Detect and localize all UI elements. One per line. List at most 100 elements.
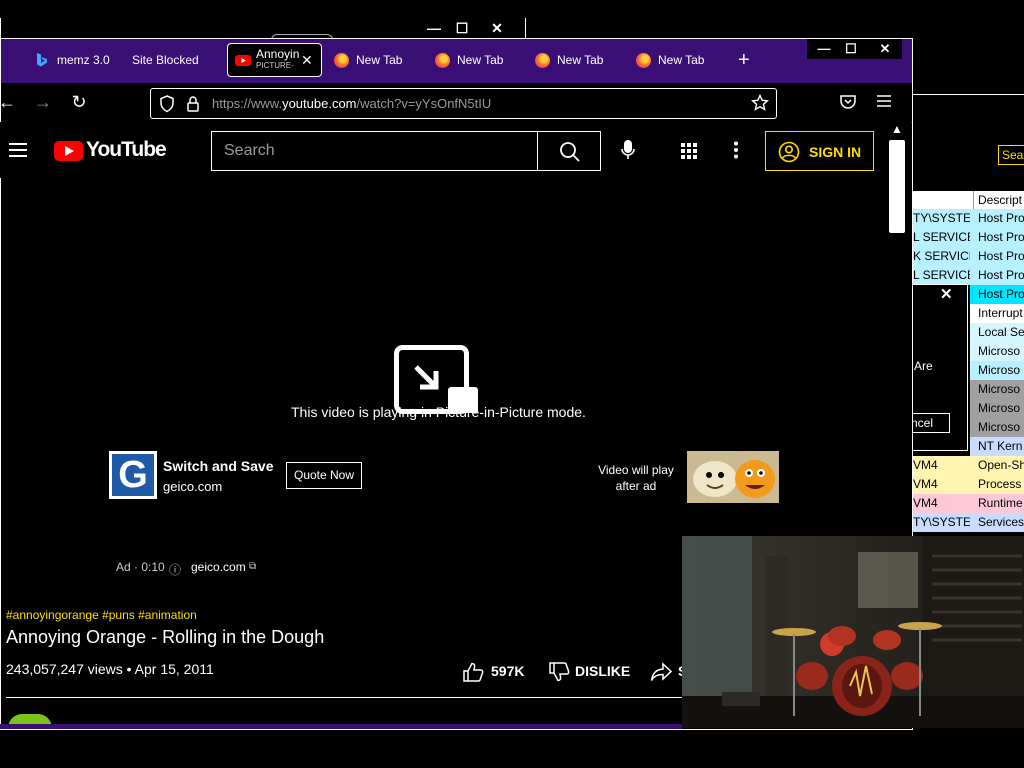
tab-close-icon[interactable]: ✕: [301, 52, 313, 69]
window-bottom-border: [0, 724, 682, 729]
forward-arrow-icon[interactable]: →: [31, 92, 55, 113]
tab-label: New Tab: [658, 53, 705, 67]
dislike-icon[interactable]: [548, 662, 570, 687]
dialog-text: Are: [914, 359, 933, 373]
task-user: K SERVICE: [913, 249, 970, 263]
task-row[interactable]: L SERVICE Host Pro: [912, 266, 1024, 285]
tab-strip: memz 3.0 Site Blocked Annoyin PICTURE- ✕…: [1, 39, 912, 83]
tab-label: memz 3.0: [57, 53, 110, 67]
column-user[interactable]: [912, 191, 974, 209]
tab-label: New Tab: [356, 53, 403, 67]
page-scrollbar[interactable]: ▲: [889, 122, 907, 233]
task-list-header: Descript: [912, 191, 1024, 209]
task-description: Microso: [978, 344, 1021, 358]
video-meta: 243,057,247 views • Apr 15, 2011: [6, 661, 214, 677]
shield-icon[interactable]: [159, 95, 175, 118]
task-description: Microso: [978, 382, 1021, 396]
tab-youtube-active[interactable]: Annoyin PICTURE- ✕: [227, 43, 322, 77]
pip-message: This video is playing in Picture-in-Pict…: [291, 404, 586, 420]
tab-label: Annoyin: [256, 47, 300, 61]
tab-site-blocked[interactable]: Site Blocked: [132, 43, 199, 77]
more-options-icon[interactable]: [733, 141, 739, 164]
external-link-icon[interactable]: ⧉: [249, 561, 256, 572]
new-tab-button[interactable]: +: [738, 43, 750, 77]
task-user: TY\SYSTEM: [913, 211, 970, 225]
task-description: Host Pro: [978, 230, 1024, 244]
like-count[interactable]: 597K: [491, 663, 524, 679]
task-user: VM4: [913, 458, 938, 472]
task-row[interactable]: VM4 Open-Sh: [912, 456, 1024, 475]
bg-maximize-button[interactable]: ☐: [453, 20, 471, 37]
tab-memz[interactable]: memz 3.0: [35, 43, 110, 77]
share-icon[interactable]: [650, 662, 673, 687]
bing-icon: [35, 52, 51, 68]
task-description: Microso: [978, 401, 1021, 415]
dislike-button[interactable]: DISLIKE: [575, 663, 630, 679]
task-description: Interrupt: [978, 306, 1023, 320]
tab-sublabel: PICTURE-: [256, 61, 294, 70]
task-description: Host Pro: [978, 249, 1024, 263]
firefox-icon: [435, 52, 450, 68]
dialog-cancel-button[interactable]: ncel: [908, 413, 950, 433]
task-row[interactable]: TY\SYSTEM Services: [912, 513, 1024, 532]
lock-icon[interactable]: [186, 95, 200, 118]
task-row[interactable]: L SERVICE Host Pro: [912, 228, 1024, 247]
back-arrow-icon[interactable]: ←: [0, 92, 19, 113]
next-video-label: Video will play after ad: [598, 463, 674, 493]
guide-menu-icon[interactable]: [8, 142, 28, 163]
scroll-thumb[interactable]: [889, 140, 905, 233]
next-video-thumbnail[interactable]: [687, 451, 779, 503]
advertiser-logo[interactable]: G: [109, 451, 157, 499]
like-icon[interactable]: [462, 662, 484, 687]
pip-video-window[interactable]: [682, 536, 1024, 728]
task-description: Open-Sh: [978, 458, 1024, 472]
quote-now-button[interactable]: Quote Now: [286, 462, 362, 489]
youtube-search-input[interactable]: Search: [211, 131, 538, 171]
microphone-icon[interactable]: [620, 139, 636, 166]
confirm-dialog: ✕ Are ncel: [908, 284, 968, 451]
task-row[interactable]: VM4 Runtime: [912, 494, 1024, 513]
video-title: Annoying Orange - Rolling in the Dough: [6, 627, 325, 647]
task-row[interactable]: TY\SYSTEM Host Pro: [912, 209, 1024, 228]
sign-in-button[interactable]: SIGN IN: [765, 131, 874, 171]
maximize-button[interactable]: ☐: [834, 39, 868, 59]
dialog-close-button[interactable]: ✕: [940, 285, 953, 303]
tab-new-1[interactable]: New Tab: [334, 43, 402, 77]
drum-scene-image: [682, 536, 1024, 728]
search-button[interactable]: [537, 131, 601, 171]
youtube-logo-icon[interactable]: [54, 141, 83, 161]
search-icon: [559, 141, 581, 168]
bg-minimize-button[interactable]: —: [425, 20, 443, 36]
geico-logo-icon: G: [112, 454, 154, 496]
pocket-icon[interactable]: [839, 94, 857, 115]
task-search-input[interactable]: Search: [998, 145, 1024, 165]
task-description: Host Pro: [978, 211, 1024, 225]
info-icon[interactable]: ⓘ: [169, 561, 181, 578]
youtube-logo-text[interactable]: YouTube: [86, 138, 167, 162]
bg-close-button[interactable]: ✕: [488, 20, 506, 37]
close-button[interactable]: ✕: [868, 39, 902, 59]
ad-domain[interactable]: geico.com: [163, 479, 222, 494]
scroll-up-icon[interactable]: ▲: [891, 122, 903, 136]
bookmark-star-icon[interactable]: [750, 93, 770, 117]
tab-new-3[interactable]: New Tab: [535, 43, 603, 77]
apps-grid-icon[interactable]: [680, 142, 698, 165]
reload-icon[interactable]: ↻: [67, 92, 91, 113]
task-row[interactable]: K SERVICE Host Pro: [912, 247, 1024, 266]
task-row[interactable]: VM4 Process: [912, 475, 1024, 494]
column-description[interactable]: Descript: [978, 193, 1022, 207]
navigation-toolbar: ← → ↻ https://www.youtube.com/watch?v=yY…: [0, 83, 912, 123]
task-description: Local Se: [978, 325, 1024, 339]
ad-link[interactable]: geico.com: [191, 560, 246, 574]
divider: [6, 697, 682, 698]
ad-headline[interactable]: Switch and Save: [163, 458, 273, 474]
url-bar[interactable]: https://www.youtube.com/watch?v=yYsOnfN5…: [150, 88, 777, 119]
background-window: — ☐ ✕: [0, 18, 526, 42]
task-description: Microso: [978, 363, 1021, 377]
task-description: Process: [978, 477, 1022, 491]
tab-new-4[interactable]: New Tab: [636, 43, 704, 77]
tab-new-2[interactable]: New Tab: [435, 43, 503, 77]
hashtags[interactable]: #annoyingorange #puns #animation: [6, 608, 197, 622]
url-text[interactable]: https://www.youtube.com/watch?v=yYsOnfN5…: [212, 96, 491, 111]
menu-hamburger-icon[interactable]: [876, 94, 892, 113]
